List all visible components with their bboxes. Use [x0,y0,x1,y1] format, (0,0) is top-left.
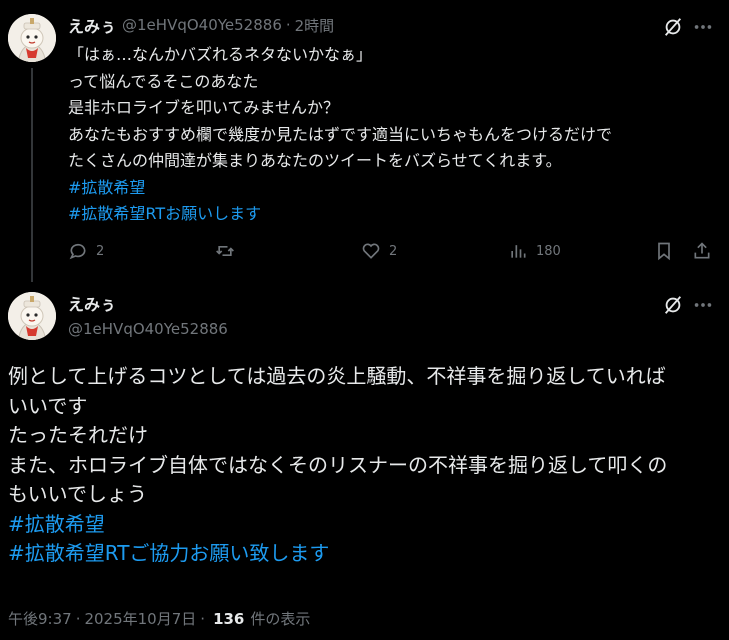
grok-button[interactable] [662,294,684,316]
retweet-button[interactable] [215,238,235,264]
grok-icon [664,18,682,36]
views-icon [511,245,526,258]
tweet-line: 是非ホロライブを叩いてみませんか？ [68,98,340,117]
handle[interactable]: @1eHVqO40Ye52886 [68,320,228,338]
hashtag-link[interactable]: #拡散希望 [68,175,718,202]
avatar[interactable] [8,14,56,62]
views-count: 180 [536,243,561,259]
reply-count: 2 [96,243,105,259]
bookmark-button[interactable] [654,238,674,264]
more-icon [694,25,712,29]
tweet-meta: 午後9:37 · 2025年10月7日 · 136 件の表示 [8,608,310,629]
like-icon [362,243,380,259]
separator: · [75,609,81,628]
handle[interactable]: @1eHVqO40Ye52886 [122,16,282,34]
like-button[interactable]: 2 [361,238,397,264]
post-date[interactable]: 2025年10月7日 [84,608,196,629]
bookmark-icon [658,242,670,261]
tweet-line: あなたもおすすめ欄で幾度か見たはずです適当にいちゃもんをつけるだけで [68,124,613,144]
like-count: 2 [389,243,398,259]
tweet1-header: えみぅ @1eHVqO40Ye52886 · 2時間 [68,14,334,36]
tweet1-text: 「はぁ…なんかバズれるネタないかなぁ」 って悩んでるそこのあなた 是非ホロライブ… [68,42,718,228]
tweet-line: たったそれだけ [8,423,148,447]
separator: · [285,16,291,34]
tweet-line: 例として上げるコツとしては過去の炎上騒動、不祥事を掘り返していれば [8,364,666,388]
views-count: 136 [213,609,245,628]
grok-button[interactable] [662,16,684,38]
hashtag-link[interactable]: #拡散希望RTお願いします [68,201,718,228]
tweet2-text: 例として上げるコツとしては過去の炎上騒動、不祥事を掘り返していれば いいです た… [8,362,723,569]
tweet-line: いいです [8,393,88,418]
more-icon [694,303,712,307]
tweet-line: たくさんの仲間達が集まりあなたのツイートをバズらせてくれます。 [68,151,562,170]
tweet-line: 「はぁ…なんかバズれるネタないかなぁ」 [68,45,373,64]
thread-line [31,68,33,282]
share-icon [694,242,710,259]
avatar-image [8,14,56,62]
tweet-line: また、ホロライブ自体ではなくそのリスナーの不祥事を掘り返して叩くの [8,452,668,477]
avatar-image [8,292,56,340]
retweet-icon [216,246,234,256]
grok-icon [664,296,682,314]
display-name[interactable]: えみぅ [68,291,116,315]
more-button[interactable] [692,294,714,316]
hashtag-link[interactable]: #拡散希望 [8,510,723,540]
views-button[interactable]: 180 [508,238,561,264]
avatar[interactable] [8,292,56,340]
tweet-line: もいいでしょう [8,482,147,506]
reply-button[interactable]: 2 [68,238,104,264]
display-name[interactable]: えみぅ [68,13,116,37]
tweet2-header: えみぅ [68,292,116,314]
separator: · [200,609,206,628]
hashtag-link[interactable]: #拡散希望RTご協力お願い致します [8,539,723,569]
timestamp[interactable]: 2時間 [295,15,335,36]
tweet1-actions: 2 2 180 [68,238,716,264]
share-button[interactable] [692,238,712,264]
post-time[interactable]: 午後9:37 [8,608,72,629]
more-button[interactable] [692,16,714,38]
tweet-line: って悩んでるそこのあなた [68,71,259,91]
views-label: 件の表示 [250,610,311,628]
reply-icon [69,243,86,260]
